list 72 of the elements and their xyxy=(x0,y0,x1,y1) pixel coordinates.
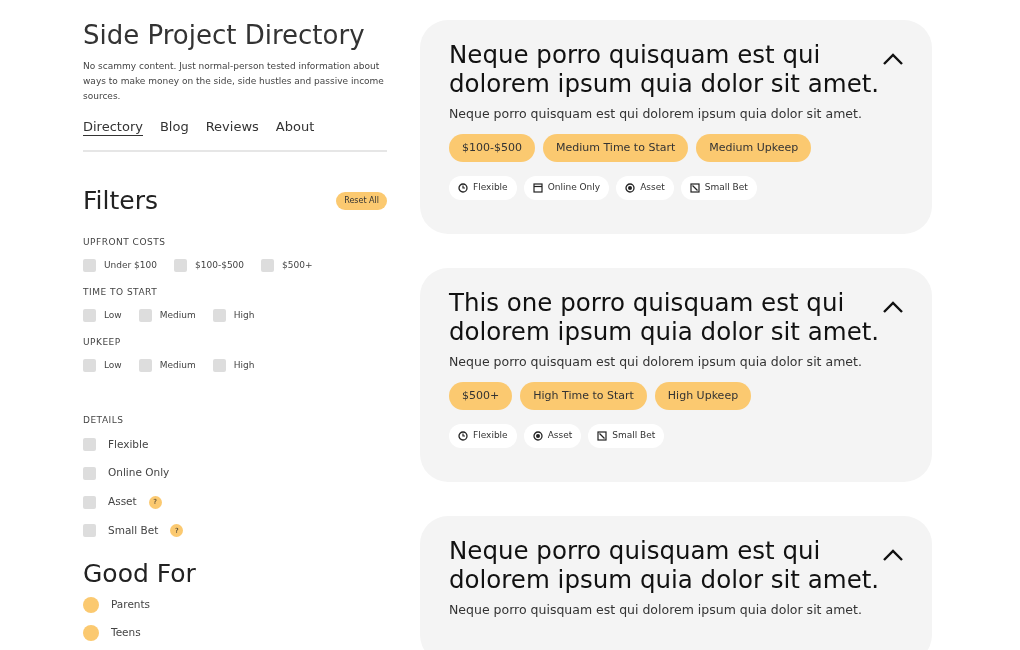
nav-link[interactable]: Reviews xyxy=(205,119,259,136)
tag: Medium Upkeep xyxy=(696,133,812,163)
filters-heading: Filters xyxy=(83,186,158,217)
window-icon xyxy=(532,183,543,193)
option-label: Small Bet xyxy=(108,522,159,538)
card-title: Neque porro quisquam est qui dolorem ipsum quia dolor sit amet. xyxy=(449,535,881,594)
card-title: Neque porro quisquam est qui dolorem ipsum quia dolor sit amet. xyxy=(449,40,881,98)
detail-label: Small Bet xyxy=(704,181,748,195)
nav-link[interactable]: Blog xyxy=(159,119,189,136)
detail-label: Asset xyxy=(640,181,665,195)
radio-button[interactable] xyxy=(83,624,99,641)
card-description: Neque porro quisquam est qui dolorem ipsum quia dolor sit amet. xyxy=(449,352,863,371)
checkbox[interactable] xyxy=(138,308,152,322)
square-icon xyxy=(597,430,608,441)
chevron-icon[interactable] xyxy=(882,547,904,562)
checkbox[interactable] xyxy=(261,258,275,272)
group-label: UPFRONT COSTS xyxy=(83,236,167,250)
checkbox[interactable] xyxy=(212,358,226,372)
option-label: Parents xyxy=(111,596,151,612)
coin-icon xyxy=(625,183,636,193)
option-label: Medium xyxy=(159,308,196,322)
detail-label: Flexible xyxy=(473,429,508,442)
tag: High Upkeep xyxy=(654,381,752,410)
clock-icon xyxy=(458,183,468,193)
tagline: No scammy content. Just normal-person tested information about ways to make money on the side, side hustles and passive income sources. xyxy=(83,60,385,104)
option-label: High xyxy=(233,308,255,322)
detail-label: Small Bet xyxy=(612,429,656,442)
option-label: Medium xyxy=(159,358,196,372)
square-icon xyxy=(689,183,700,193)
good-for-heading: Good For xyxy=(83,558,197,589)
detail-label: Online Only xyxy=(547,181,601,195)
checkbox[interactable] xyxy=(138,358,152,372)
detail-label: Flexible xyxy=(473,181,508,195)
clock-icon xyxy=(458,430,468,441)
option-label: Flexible xyxy=(108,436,149,452)
chevron-icon[interactable] xyxy=(882,52,904,66)
option-label: Teens xyxy=(111,624,141,640)
option-label: Online Only xyxy=(108,465,170,481)
coin-icon xyxy=(532,430,543,441)
tag: $100-$500 xyxy=(449,133,535,163)
option-label: Under $100 xyxy=(104,258,157,272)
nav-link[interactable]: Directory xyxy=(83,119,143,137)
card-description: Neque porro quisquam est qui dolorem ipsum quia dolor sit amet. xyxy=(449,105,863,123)
site-title: Side Project Directory xyxy=(83,20,366,52)
group-label: UPKEEP xyxy=(83,336,122,350)
tag: $500+ xyxy=(449,381,513,410)
option-label: $500+ xyxy=(282,258,313,272)
checkbox[interactable] xyxy=(83,524,96,538)
option-label: Low xyxy=(104,308,122,322)
card-description: Neque porro quisquam est qui dolorem ipsum quia dolor sit amet. xyxy=(449,600,863,619)
tag: High Time to Start xyxy=(520,381,647,410)
group-label: TIME TO START xyxy=(83,286,159,300)
chevron-icon[interactable] xyxy=(882,299,904,314)
checkbox[interactable] xyxy=(83,466,96,480)
tag: Medium Time to Start xyxy=(542,133,689,163)
option-label: Low xyxy=(104,358,122,372)
option-label: $100-$500 xyxy=(195,258,245,272)
nav-link[interactable]: About xyxy=(275,119,315,136)
option-label: High xyxy=(233,358,255,372)
group-label: DETAILS xyxy=(83,414,125,428)
checkbox[interactable] xyxy=(212,308,226,322)
checkbox[interactable] xyxy=(83,308,96,322)
detail-label: Asset xyxy=(547,429,573,442)
reset-button[interactable]: Reset All xyxy=(336,192,387,211)
checkbox[interactable] xyxy=(83,258,96,272)
radio-button[interactable] xyxy=(83,596,99,613)
option-label: Asset xyxy=(108,494,137,510)
checkbox[interactable] xyxy=(83,438,96,452)
checkbox[interactable] xyxy=(83,495,96,509)
checkbox[interactable] xyxy=(83,358,96,372)
card-title: This one porro quisquam est qui dolorem ipsum quia dolor sit amet. xyxy=(449,287,881,346)
checkbox[interactable] xyxy=(174,258,187,272)
